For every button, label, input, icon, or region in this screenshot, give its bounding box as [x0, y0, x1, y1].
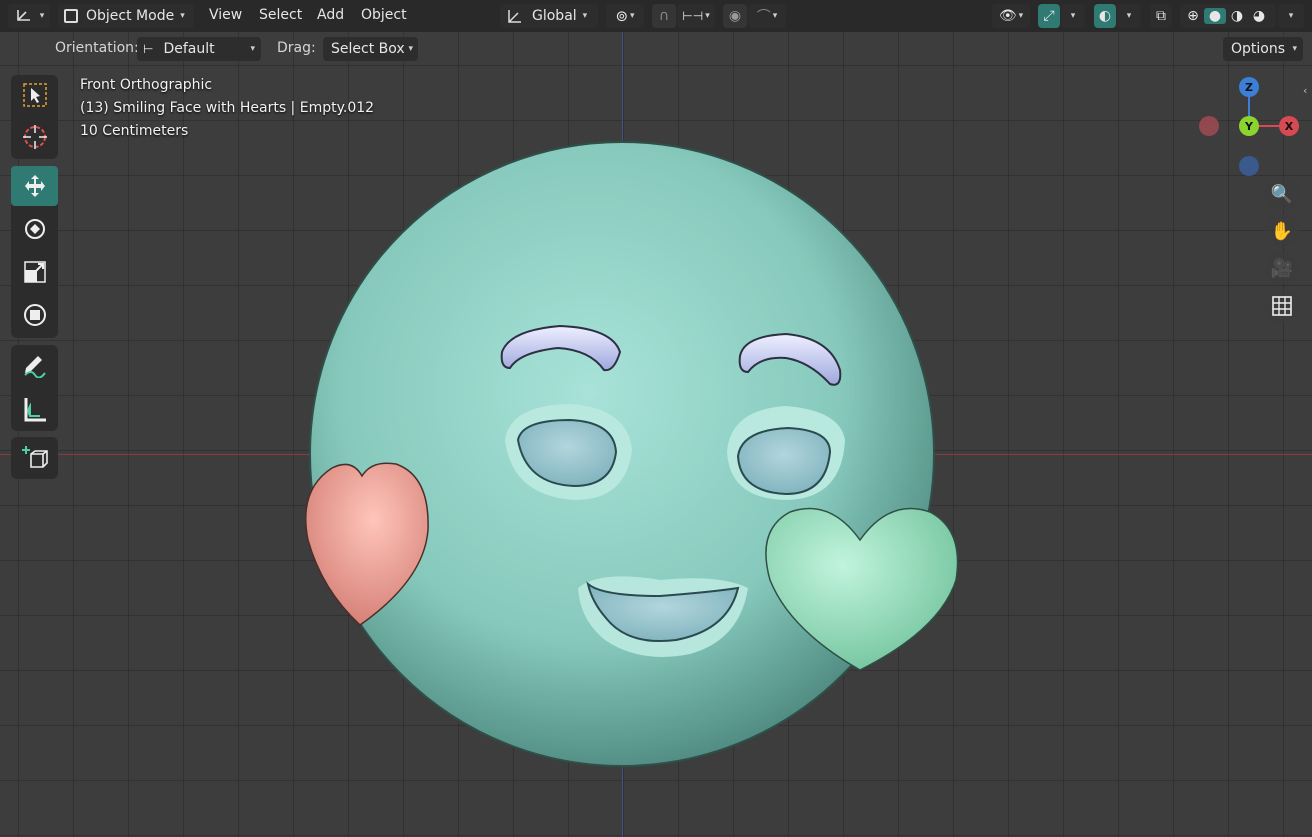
shading-buttons: ⊕ ● ◑ ◕ — [1180, 4, 1276, 28]
3d-viewport[interactable]: ▾ Object Mode ▾ View Select Add Object G… — [0, 0, 1312, 837]
overlays-dropdown[interactable]: ▾ — [1117, 4, 1141, 28]
measure-tool[interactable] — [11, 389, 58, 429]
transform-orientation-dropdown[interactable]: Global ▾ — [500, 4, 598, 28]
toolbar-select-group — [11, 75, 58, 159]
ruler-icon — [24, 398, 46, 422]
toolbar-add-group — [11, 437, 58, 479]
grid-icon — [1272, 296, 1292, 316]
editor-type-button[interactable]: ▾ — [8, 4, 50, 28]
drag-value: Select Box — [331, 41, 405, 57]
snap-toggle[interactable]: ∩ — [652, 4, 676, 28]
pivot-point-dropdown[interactable]: ⊚ ▾ — [606, 4, 644, 28]
visibility-dropdown[interactable]: 👁 ▾ — [992, 4, 1030, 28]
right-eye — [736, 426, 832, 496]
drag-label: Drag: — [277, 40, 316, 56]
menu-object[interactable]: Object — [361, 7, 407, 23]
orientation-axes-icon — [508, 10, 521, 23]
transform-icon — [23, 304, 46, 326]
overlays-icon: ◐ — [1098, 8, 1112, 24]
camera-icon: 🎥 — [1270, 257, 1294, 279]
mode-dropdown[interactable]: Object Mode ▾ — [58, 4, 194, 28]
gizmo-neg-z[interactable] — [1239, 156, 1259, 176]
viewport-header: ▾ Object Mode ▾ View Select Add Object G… — [0, 0, 1312, 32]
pencil-icon — [23, 356, 46, 378]
orientation-field-label: Orientation: — [55, 40, 139, 56]
toolbar-transform-group — [11, 166, 58, 338]
scale-tool[interactable] — [11, 252, 58, 292]
falloff-dropdown[interactable]: ⌒ ▾ — [748, 4, 786, 28]
orientation-default-icon: ⊢ — [143, 42, 154, 56]
object-info: (13) Smiling Face with Hearts | Empty.01… — [80, 100, 375, 116]
pan-button[interactable]: ✋ — [1265, 214, 1299, 248]
rotate-tool[interactable] — [11, 209, 58, 249]
sidebar-toggle-arrow[interactable]: ‹ — [1303, 84, 1312, 98]
wireframe-shading-icon[interactable]: ⊕ — [1182, 8, 1204, 24]
toolbar-annotate-group — [11, 345, 58, 431]
add-cube-icon — [21, 446, 48, 468]
move-tool[interactable] — [11, 166, 58, 206]
menu-select[interactable]: Select — [259, 7, 302, 23]
drag-dropdown[interactable]: Select Box ▾ — [323, 37, 418, 61]
object-mode-icon — [64, 9, 78, 23]
snap-increment-icon: ⊢⊣ — [682, 9, 704, 23]
transform-tool[interactable] — [11, 295, 58, 335]
emoji-model[interactable] — [0, 0, 1312, 837]
orientation-field-dropdown[interactable]: ⊢ Default ▾ — [137, 37, 261, 61]
gizmo-dropdown[interactable]: ▾ — [1061, 4, 1085, 28]
gizmo-z-axis[interactable]: Z — [1239, 77, 1259, 97]
rotate-icon — [24, 219, 45, 239]
orientation-field-value: Default — [163, 41, 215, 57]
overlays-toggle[interactable]: ◐ — [1094, 4, 1116, 28]
gizmo-icon: ⤢ — [1043, 8, 1055, 24]
mode-label: Object Mode — [86, 8, 175, 24]
gizmo-toggle[interactable]: ⤢ — [1038, 4, 1060, 28]
camera-button[interactable]: 🎥 — [1265, 251, 1299, 285]
falloff-curve-icon: ⌒ — [756, 9, 771, 25]
snap-target-dropdown[interactable]: ⊢⊣ ▾ — [677, 4, 715, 28]
menu-view[interactable]: View — [209, 7, 242, 23]
eye-icon: 👁 — [998, 8, 1017, 24]
rendered-shading-icon[interactable]: ◕ — [1248, 8, 1270, 24]
gizmo-y-axis[interactable]: Y — [1239, 116, 1259, 136]
cursor-tool[interactable] — [11, 117, 58, 157]
material-shading-icon[interactable]: ◑ — [1226, 8, 1248, 24]
scale-icon — [23, 261, 46, 283]
proportional-edit-toggle[interactable]: ◉ — [723, 4, 747, 28]
annotate-tool[interactable] — [11, 345, 58, 385]
gizmo-neg-x[interactable] — [1199, 116, 1219, 136]
add-cube-tool[interactable] — [11, 438, 58, 478]
view-name: Front Orthographic — [80, 77, 213, 93]
gizmo-x-axis[interactable]: X — [1279, 116, 1299, 136]
move-arrows-icon — [24, 175, 45, 197]
tool-settings-bar: Orientation: ⊢ Default ▾ Drag: Select Bo… — [0, 32, 1312, 66]
menu-add[interactable]: Add — [317, 7, 344, 23]
options-label: Options — [1231, 41, 1286, 57]
zoom-icon: 🔍 — [1270, 183, 1294, 205]
zoom-button[interactable]: 🔍 — [1265, 177, 1299, 211]
xray-toggle[interactable]: ⧉ — [1150, 4, 1172, 28]
magnet-icon: ∩ — [658, 8, 670, 24]
shading-dropdown[interactable]: ▾ — [1278, 4, 1304, 28]
perspective-toggle-button[interactable] — [1265, 289, 1299, 323]
solid-shading-icon[interactable]: ● — [1204, 8, 1226, 24]
grid-scale: 10 Centimeters — [80, 123, 189, 139]
axes-icon — [16, 10, 30, 21]
select-box-tool[interactable] — [11, 75, 58, 115]
select-cursor-icon — [22, 83, 47, 107]
hand-icon: ✋ — [1270, 220, 1294, 242]
xray-icon: ⧉ — [1156, 8, 1166, 24]
cursor-crosshair-icon — [22, 125, 47, 149]
proportional-edit-icon: ◉ — [728, 8, 742, 24]
options-dropdown[interactable]: Options ▾ — [1223, 37, 1303, 61]
pivot-icon: ⊚ — [615, 7, 629, 25]
orientation-label: Global — [532, 8, 577, 24]
